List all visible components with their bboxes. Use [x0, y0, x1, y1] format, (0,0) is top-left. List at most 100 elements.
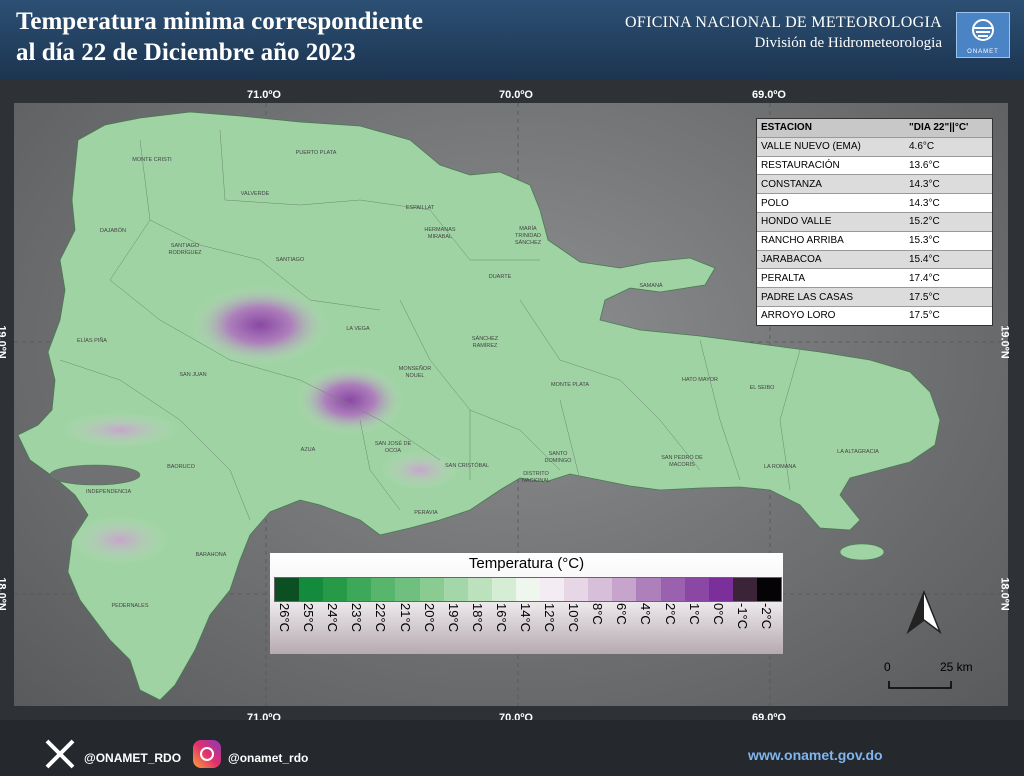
legend-swatch — [684, 578, 709, 601]
legend-swatch — [588, 578, 613, 601]
legend-label: 18°C — [467, 603, 491, 651]
legend-label-text: 14°C — [517, 603, 533, 633]
legend-swatch — [419, 578, 444, 601]
station-name: RESTAURACIÓN — [761, 159, 840, 171]
north-arrow-icon — [906, 590, 942, 635]
table-row: ARROYO LORO 17.5°C — [757, 305, 992, 325]
legend-label-text: 12°C — [542, 603, 558, 633]
table-row: JARABACOA 15.4°C — [757, 249, 992, 269]
station-value: 17.5°C — [909, 310, 940, 322]
legend-label: 4°C — [635, 603, 659, 651]
legend-label: 19°C — [443, 603, 467, 651]
cold-zone-cordillera-central — [190, 285, 330, 365]
province-label: AZUA — [300, 447, 316, 453]
legend-label: 12°C — [539, 603, 563, 651]
table-header-station: ESTACION — [761, 122, 812, 134]
province-label: DAJABÓN — [100, 228, 126, 234]
legend-label-text: 4°C — [638, 603, 654, 625]
province-label: ESPAILLAT — [405, 205, 435, 211]
province-label: HATO MAYOR — [681, 377, 719, 383]
province-label: SAN JUAN — [179, 372, 207, 378]
legend-label: 10°C — [563, 603, 587, 651]
x-social-icon[interactable] — [44, 738, 76, 770]
legend-swatch — [443, 578, 468, 601]
station-name: CONSTANZA — [761, 178, 822, 190]
legend-label-text: 22°C — [373, 603, 389, 633]
province-label: EL SEIBO — [749, 385, 775, 391]
legend-swatch — [660, 578, 685, 601]
legend-label-text: 1°C — [686, 603, 702, 625]
legend-label: 25°C — [298, 603, 322, 651]
province-label: SANTIAGO — [275, 257, 305, 263]
scale-zero: 0 — [884, 660, 891, 674]
province-label: SAN JOSÉ DE OCOA — [374, 441, 412, 454]
table-row: POLO 14.3°C — [757, 193, 992, 212]
table-row: VALLE NUEVO (EMA) 4.6°C — [757, 136, 992, 156]
table-row: PADRE LAS CASAS 17.5°C — [757, 287, 992, 306]
legend-label: -2°C — [756, 603, 780, 651]
station-value: 17.4°C — [909, 272, 940, 284]
legend-label-text: 8°C — [590, 603, 606, 625]
table-row: PERALTA 17.4°C — [757, 268, 992, 287]
province-label: PUERTO PLATA — [295, 150, 337, 156]
temperature-legend: Temperatura (°C) 26°C 25°C 24°C 23°C 22°C 21°… — [270, 553, 783, 654]
legend-label: 21°C — [394, 603, 418, 651]
legend-swatch — [467, 578, 492, 601]
legend-label-text: 18°C — [469, 603, 485, 633]
legend-label: 14°C — [515, 603, 539, 651]
instagram-handle-link[interactable]: @onamet_rdo — [228, 751, 308, 765]
province-label: DUARTE — [488, 274, 512, 280]
province-label: MONSEÑOR NOUEL — [398, 366, 432, 379]
legend-swatch — [491, 578, 516, 601]
station-value: 14.3°C — [909, 178, 940, 190]
legend-swatch — [564, 578, 589, 601]
legend-color-bar — [274, 577, 782, 602]
legend-label: 1°C — [684, 603, 708, 651]
legend-label: 2°C — [660, 603, 684, 651]
province-label: SAMANÁ — [639, 283, 663, 289]
station-value: 15.3°C — [909, 235, 940, 247]
legend-label: 22°C — [370, 603, 394, 651]
province-label: LA ALTAGRACIA — [837, 449, 879, 455]
province-label: HERMANAS MIRABAL — [424, 227, 456, 240]
instagram-icon[interactable] — [193, 740, 221, 768]
legend-label-text: 20°C — [421, 603, 437, 633]
legend-label-text: 26°C — [277, 603, 293, 633]
province-label: BARAHONA — [195, 552, 227, 558]
station-name: HONDO VALLE — [761, 216, 832, 228]
station-name: VALLE NUEVO (EMA) — [761, 141, 861, 153]
province-label: SÁNCHEZ RAMÍREZ — [471, 336, 499, 349]
legend-label: 6°C — [611, 603, 635, 651]
legend-label-text: 10°C — [566, 603, 582, 633]
province-label: LA VEGA — [346, 326, 370, 332]
province-label: PEDERNALES — [111, 603, 149, 609]
station-name: ARROYO LORO — [761, 310, 836, 322]
legend-swatch — [756, 578, 781, 601]
legend-swatch — [515, 578, 541, 601]
station-table: ESTACION "DIA 22"||°C' VALLE NUEVO (EMA)… — [756, 118, 993, 326]
legend-label: 8°C — [587, 603, 611, 651]
station-value: 4.6°C — [909, 141, 935, 153]
province-label: INDEPENDENCIA — [86, 489, 132, 495]
x-handle-link[interactable]: @ONAMET_RDO — [84, 751, 181, 765]
table-row: RESTAURACIÓN 13.6°C — [757, 155, 992, 175]
cold-zone-south — [380, 450, 460, 490]
legend-label-text: 24°C — [325, 603, 341, 633]
table-header-value: "DIA 22"||°C' — [909, 122, 969, 134]
station-name: PERALTA — [761, 272, 806, 284]
province-label: MARÍA TRINIDAD SÁNCHEZ — [514, 226, 542, 246]
legend-label-text: -2°C — [758, 603, 774, 630]
legend-swatch — [540, 578, 565, 601]
legend-swatch — [708, 578, 733, 601]
station-name: POLO — [761, 197, 789, 209]
legend-title: Temperatura (°C) — [468, 555, 585, 572]
lake-enriquillo — [49, 464, 141, 486]
legend-label-text: 19°C — [445, 603, 461, 633]
province-label: SAN CRISTÓBAL — [445, 463, 490, 469]
legend-label: 24°C — [322, 603, 346, 651]
website-link[interactable]: www.onamet.gov.do — [748, 747, 883, 763]
legend-label: -1°C — [732, 603, 756, 651]
legend-label-text: 25°C — [301, 603, 317, 633]
legend-label-text: -1°C — [734, 603, 750, 630]
legend-swatch — [732, 578, 757, 601]
